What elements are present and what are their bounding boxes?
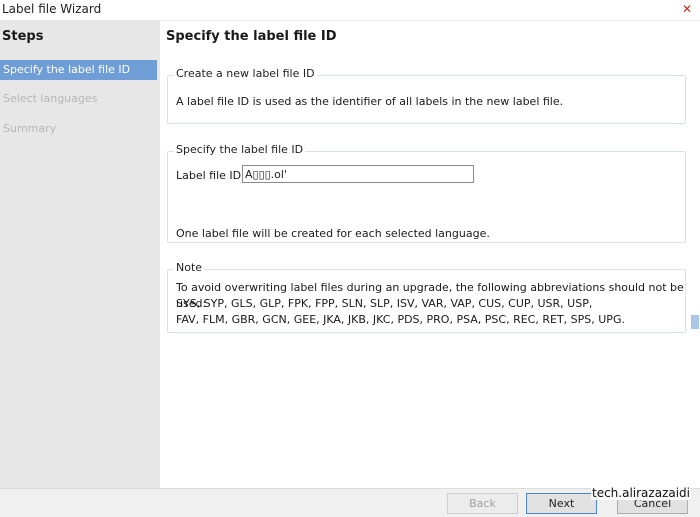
- back-button[interactable]: Back: [447, 493, 518, 514]
- label-file-id-label: Label file ID:: [176, 169, 245, 182]
- steps-sidebar: Steps Specify the label file ID Select l…: [0, 21, 160, 488]
- window-title: Label file Wizard: [2, 2, 102, 16]
- label-file-id-input[interactable]: [242, 165, 474, 183]
- watermark: tech.alirazazaidi: [591, 486, 692, 500]
- main-panel: Specify the label file ID Create a new l…: [160, 21, 700, 488]
- close-icon[interactable]: ✕: [674, 0, 700, 18]
- create-group-legend: Create a new label file ID: [174, 67, 317, 80]
- note-line: FAV, FLM, GBR, GCN, GEE, JKA, JKB, JKC, …: [176, 313, 625, 326]
- note-line: SYS, SYP, GLS, GLP, FPK, FPP, SLN, SLP, …: [176, 297, 593, 310]
- next-button[interactable]: Next: [526, 493, 597, 514]
- specify-group: Specify the label file ID Label file ID:…: [167, 143, 686, 243]
- note-group-legend: Note: [174, 261, 205, 274]
- steps-heading: Steps: [2, 29, 44, 44]
- label-file-info: One label file will be created for each …: [176, 227, 490, 240]
- create-group: Create a new label file ID A label file …: [167, 67, 686, 124]
- page-title: Specify the label file ID: [166, 29, 337, 44]
- scrollbar-thumb[interactable]: [691, 315, 699, 329]
- create-group-text: A label file ID is used as the identifie…: [176, 95, 564, 108]
- step-summary: Summary: [3, 122, 57, 135]
- step-select-languages: Select languages: [3, 92, 98, 105]
- specify-group-legend: Specify the label file ID: [174, 143, 306, 156]
- note-group: Note To avoid overwriting label files du…: [167, 261, 686, 333]
- title-bar: Label file Wizard ✕: [0, 0, 700, 21]
- step-specify-label-file-id[interactable]: Specify the label file ID: [0, 60, 157, 80]
